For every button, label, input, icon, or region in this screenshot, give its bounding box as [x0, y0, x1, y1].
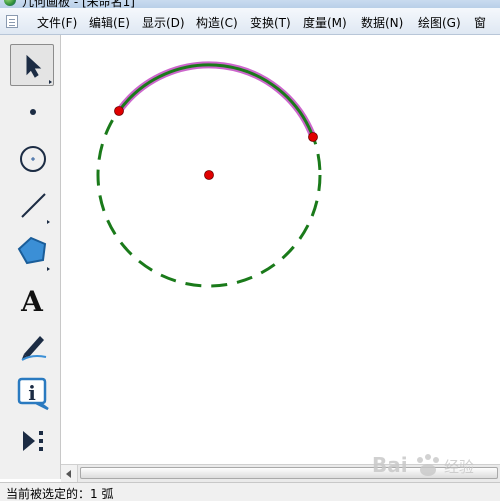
info-icon: i: [17, 377, 49, 411]
text-tool[interactable]: A: [10, 277, 56, 321]
marker-pen-icon: [21, 336, 47, 361]
window-title: 几何画板 - [未命名1]: [22, 0, 135, 8]
menu-construct[interactable]: 构造(C): [196, 14, 238, 31]
app-logo-icon: [4, 0, 16, 6]
line-segment-icon: [21, 193, 50, 224]
arrow-icon: [26, 54, 52, 84]
center-point[interactable]: [204, 170, 214, 180]
selected-arc[interactable]: [117, 63, 315, 138]
straightedge-tool[interactable]: [10, 183, 56, 227]
scroll-left-button[interactable]: [61, 465, 78, 482]
point-tool[interactable]: [10, 90, 56, 134]
menu-graph[interactable]: 绘图(G): [418, 14, 461, 31]
baidu-jingyan-watermark: Bai 经验: [372, 450, 494, 480]
custom-tool[interactable]: [10, 419, 56, 463]
text-A-icon: A: [20, 285, 44, 318]
svg-text:Bai: Bai: [372, 453, 408, 477]
svg-text:A: A: [20, 285, 44, 318]
menu-transform[interactable]: 变换(T): [250, 14, 291, 31]
pentagon-icon: [17, 236, 50, 271]
document-icon[interactable]: [6, 15, 18, 28]
compass-tool[interactable]: [10, 136, 56, 180]
circle-icon: [20, 146, 46, 172]
menu-file[interactable]: 文件(F): [37, 14, 77, 31]
svg-text:经验: 经验: [444, 458, 474, 476]
menu-display[interactable]: 显示(D): [142, 14, 185, 31]
status-bar: 当前被选定的：1 弧: [0, 482, 500, 501]
svg-text:i: i: [28, 381, 36, 405]
selection-status: 当前被选定的：1 弧: [6, 487, 114, 501]
polygon-tool[interactable]: [10, 230, 56, 274]
arc-endpoint-right[interactable]: [308, 132, 318, 142]
menu-window[interactable]: 窗: [474, 14, 486, 31]
toolbox: A i: [0, 35, 61, 479]
title-bar: 几何画板 - [未命名1]: [0, 0, 500, 8]
arc-endpoint-left[interactable]: [114, 106, 124, 116]
menu-bar: 文件(F) 编辑(E) 显示(D) 构造(C) 变换(T) 度量(M) 数据(N…: [0, 8, 500, 35]
point-icon: [30, 109, 36, 115]
custom-tool-icon: [23, 431, 43, 451]
menu-data[interactable]: 数据(N): [361, 14, 403, 31]
arrow-select-tool[interactable]: [10, 44, 56, 88]
menu-measure[interactable]: 度量(M): [303, 14, 347, 31]
sketch-canvas[interactable]: [61, 35, 500, 464]
selected-arc-highlight: [116, 61, 317, 139]
menu-edit[interactable]: 编辑(E): [89, 14, 130, 31]
marker-tool[interactable]: [10, 324, 56, 368]
information-tool[interactable]: i: [10, 371, 56, 415]
